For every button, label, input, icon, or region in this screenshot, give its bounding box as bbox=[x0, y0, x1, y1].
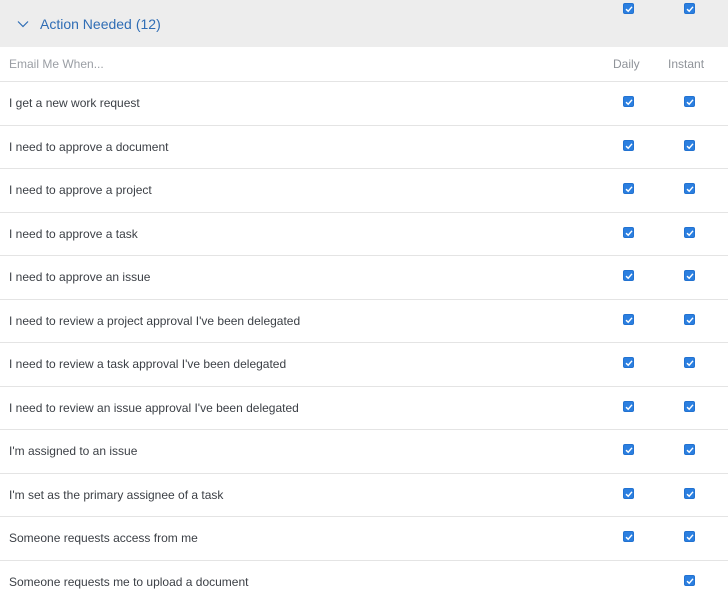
notification-row: I get a new work request bbox=[0, 82, 728, 126]
instant-checkbox[interactable] bbox=[684, 400, 695, 412]
notification-row-label: Someone requests me to upload a document bbox=[9, 574, 249, 589]
daily-checkbox[interactable] bbox=[623, 270, 634, 282]
section-toggle[interactable]: Action Needed (12) bbox=[16, 16, 161, 32]
select-all-daily-checkbox[interactable] bbox=[623, 3, 634, 14]
section-count: (12) bbox=[135, 15, 161, 32]
notification-row-label: Someone requests access from me bbox=[9, 531, 198, 546]
daily-checkbox[interactable] bbox=[623, 357, 634, 369]
notification-row-label: I need to review a project approval I've… bbox=[9, 313, 301, 328]
column-header-row: Email Me When... Daily Instant bbox=[0, 47, 728, 82]
notification-row-label: I need to approve an issue bbox=[9, 270, 151, 285]
instant-checkbox[interactable] bbox=[684, 531, 695, 543]
notification-row: I'm set as the primary assignee of a tas… bbox=[0, 474, 728, 517]
notification-row: I need to review an issue approval I've … bbox=[0, 387, 728, 430]
notification-row-label: I need to approve a document bbox=[9, 139, 169, 154]
chevron-down-icon[interactable] bbox=[16, 17, 30, 31]
notification-row: I need to review a task approval I've be… bbox=[0, 343, 728, 387]
instant-checkbox[interactable] bbox=[684, 270, 695, 282]
daily-checkbox[interactable] bbox=[623, 487, 634, 499]
daily-checkbox[interactable] bbox=[623, 96, 634, 108]
notification-row: I need to approve a task bbox=[0, 213, 728, 256]
notification-row: I need to approve a document bbox=[0, 126, 728, 169]
section-header: Action Needed (12) bbox=[0, 0, 728, 47]
daily-checkbox[interactable] bbox=[623, 183, 634, 195]
instant-checkbox[interactable] bbox=[684, 139, 695, 151]
section-select-all bbox=[0, 3, 728, 17]
column-header-label: Email Me When... bbox=[9, 57, 104, 71]
notification-row-label: I get a new work request bbox=[9, 96, 140, 111]
daily-checkbox[interactable] bbox=[623, 531, 634, 543]
instant-checkbox[interactable] bbox=[684, 357, 695, 369]
column-header-instant: Instant bbox=[668, 57, 705, 71]
notification-row: Someone requests access from me bbox=[0, 517, 728, 561]
daily-checkbox[interactable] bbox=[623, 444, 634, 456]
notification-row-label: I need to approve a project bbox=[9, 183, 152, 198]
notification-row-label: I need to approve a task bbox=[9, 226, 138, 241]
notification-row: Someone requests me to upload a document bbox=[0, 561, 728, 603]
instant-checkbox[interactable] bbox=[684, 313, 695, 325]
column-header-daily: Daily bbox=[613, 57, 640, 71]
notification-row-label: I need to review a task approval I've be… bbox=[9, 357, 287, 372]
daily-checkbox[interactable] bbox=[623, 313, 634, 325]
notification-row-label: I'm set as the primary assignee of a tas… bbox=[9, 487, 224, 502]
notification-settings-page: Action Needed (12) Email Me When... Daily… bbox=[0, 0, 728, 603]
notification-row: I need to approve a project bbox=[0, 169, 728, 213]
notification-list: I get a new work request I need to approv… bbox=[0, 82, 728, 603]
daily-checkbox[interactable] bbox=[623, 575, 634, 586]
daily-checkbox[interactable] bbox=[623, 226, 634, 238]
notification-row-label: I'm assigned to an issue bbox=[9, 444, 138, 459]
instant-checkbox[interactable] bbox=[684, 183, 695, 195]
notification-row: I'm assigned to an issue bbox=[0, 430, 728, 474]
daily-checkbox[interactable] bbox=[623, 400, 634, 412]
notification-row-label: I need to review an issue approval I've … bbox=[9, 400, 299, 415]
notification-row: I need to approve an issue bbox=[0, 256, 728, 300]
section-title-text: Action Needed bbox=[40, 15, 132, 32]
instant-checkbox[interactable] bbox=[684, 444, 695, 456]
select-all-instant-checkbox[interactable] bbox=[684, 3, 695, 14]
instant-checkbox[interactable] bbox=[684, 226, 695, 238]
section-title[interactable]: Action Needed (12) bbox=[40, 16, 161, 32]
instant-checkbox[interactable] bbox=[684, 96, 695, 108]
instant-checkbox[interactable] bbox=[684, 487, 695, 499]
daily-checkbox[interactable] bbox=[623, 139, 634, 151]
notification-row: I need to review a project approval I've… bbox=[0, 300, 728, 343]
instant-checkbox[interactable] bbox=[684, 574, 695, 586]
